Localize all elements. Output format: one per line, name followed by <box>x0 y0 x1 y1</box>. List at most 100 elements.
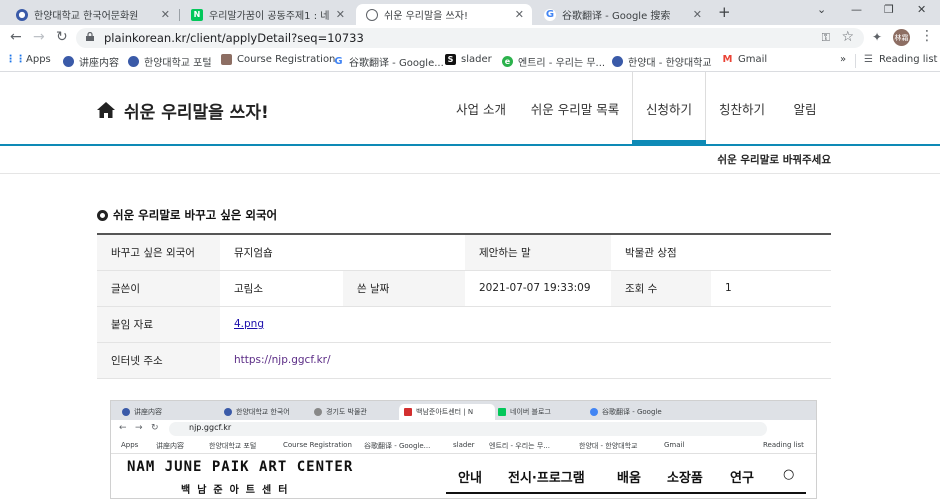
close-icon[interactable]: ✕ <box>161 8 170 21</box>
nav-word-list[interactable]: 쉬운 우리말 목록 <box>522 72 628 144</box>
active-nav-indicator <box>632 140 706 144</box>
restore-button[interactable]: ❐ <box>884 3 894 16</box>
foreign-word-label: 바꾸고 싶은 외국어 <box>97 234 220 271</box>
slader-icon: S <box>445 54 456 65</box>
bookmark-star-icon[interactable]: ☆ <box>841 29 854 45</box>
reading-list-icon: ☰ <box>864 54 873 65</box>
bookmark-label: Apps <box>26 54 51 65</box>
screenshot-tab-strip: 讲座内容 한양대학교 한국어 경기도 박물관 백남준아트센터 | N 네이버 블… <box>111 401 816 420</box>
page-subtitle: 쉬운 우리말로 바꿔주세요 <box>717 154 831 166</box>
table-row: 바꾸고 싶은 외국어 뮤지엄숍 제안하는 말 박물관 상점 <box>97 234 831 271</box>
close-icon[interactable]: ✕ <box>336 8 345 21</box>
browser-menu-icon[interactable]: ⋮ <box>920 28 934 44</box>
screenshot-bookmark: 한양대학교 포털 <box>209 442 257 450</box>
extensions-icon[interactable]: ✦ <box>872 30 882 44</box>
forward-button[interactable]: → <box>33 29 45 45</box>
bookmark-gmail[interactable]: M Gmail <box>722 54 768 65</box>
subtitle-bar: 쉬운 우리말로 바꿔주세요 <box>0 146 940 174</box>
npac-logo-english: NAM JUNE PAIK ART CENTER <box>127 459 354 475</box>
bookmark-label: Gmail <box>738 54 768 65</box>
nav-about[interactable]: 사업 소개 <box>443 72 519 144</box>
close-icon[interactable]: ✕ <box>515 8 524 21</box>
screenshot-address-bar: njp.ggcf.kr <box>169 422 767 436</box>
new-tab-button[interactable]: + <box>718 3 731 21</box>
tab-title: 쉬운 우리말을 쓰자! <box>384 11 468 22</box>
minimize-button[interactable]: — <box>851 3 862 16</box>
reading-list-button[interactable]: ☰ Reading list <box>863 54 937 65</box>
site-favicon-icon <box>498 408 506 416</box>
google-favicon-icon: G <box>544 8 556 21</box>
url-text: plainkorean.kr/client/applyDetail?seq=10… <box>104 31 364 45</box>
screenshot-tab-title: 경기도 박물관 <box>326 408 367 416</box>
google-icon: G <box>334 56 343 67</box>
date-value: 2021-07-07 19:33:09 <box>465 270 611 307</box>
detail-table: 바꾸고 싶은 외국어 뮤지엄숍 제안하는 말 박물관 상점 글쓴이 고림소 쓴 … <box>97 233 831 379</box>
site-icon <box>128 56 139 67</box>
site-title[interactable]: 쉬운 우리말을 쓰자! <box>124 98 269 123</box>
screenshot-tab-title: 讲座内容 <box>134 408 162 416</box>
bookmark-hanyang-portal[interactable]: 한양대학교 포털 <box>128 54 212 69</box>
site-icon <box>612 56 623 67</box>
screenshot-tab: 네이버 블로그 <box>493 404 585 420</box>
address-bar[interactable]: plainkorean.kr/client/applyDetail?seq=10… <box>76 28 864 48</box>
site-icon <box>63 56 74 67</box>
bookmark-apps[interactable]: ⋮⋮ Apps <box>5 54 51 65</box>
profile-avatar[interactable]: 林霜 <box>893 29 910 46</box>
gmail-icon: M <box>722 54 733 65</box>
screenshot-bookmark: Gmail <box>664 441 685 449</box>
tab-hanyang-korean[interactable]: ● 한양대학교 한국어문화원 ✕ <box>6 4 178 25</box>
screenshot-url: njp.ggcf.kr <box>189 423 232 432</box>
attached-screenshot-image: 讲座内容 한양대학교 한국어 경기도 박물관 백남준아트센터 | N 네이버 블… <box>110 400 817 499</box>
key-icon[interactable]: ⚿ <box>822 31 830 45</box>
search-icon: ○ <box>783 467 795 482</box>
site-favicon-icon <box>314 408 322 416</box>
bookmark-entry[interactable]: e 엔트리 - 우리는 무... <box>502 54 605 69</box>
screenshot-tab: 경기도 박물관 <box>309 404 399 420</box>
attachment-link[interactable]: 4.png <box>234 318 264 330</box>
bullet-circle-icon <box>97 209 108 221</box>
bookmarks-bar: ⋮⋮ Apps 讲座内容 한양대학교 포털 Course Registratio… <box>0 50 940 72</box>
nav-praise[interactable]: 칭찬하기 <box>706 72 778 144</box>
bookmark-label: 한양대학교 포털 <box>144 58 212 69</box>
npac-nav-exhibition: 전시·프로그램 <box>508 471 585 486</box>
screenshot-bookmark: 谷歌翻译 - Google... <box>364 442 431 450</box>
apps-grid-icon: ⋮⋮ <box>5 54 26 65</box>
tab-divider <box>179 9 180 21</box>
tab-plainkorean[interactable]: 쉬운 우리말을 쓰자! ✕ <box>356 4 532 25</box>
section-title-text: 쉬운 우리말로 바꾸고 싶은 외국어 <box>113 208 278 222</box>
back-button[interactable]: ← <box>10 29 22 45</box>
suggested-word-value: 박물관 상점 <box>611 234 831 271</box>
reload-button[interactable]: ↻ <box>56 29 68 45</box>
home-icon[interactable] <box>97 102 115 118</box>
site-favicon-icon <box>404 408 412 416</box>
close-icon[interactable]: ✕ <box>693 8 702 21</box>
nav-apply[interactable]: 신청하기 <box>632 72 706 144</box>
tab-search-icon[interactable]: ⌄ <box>817 3 826 16</box>
bookmark-lecture[interactable]: 讲座内容 <box>63 54 119 69</box>
bookmark-course-registration[interactable]: Course Registration <box>221 54 335 65</box>
reload-icon: ↻ <box>151 423 159 433</box>
screenshot-tab: 백남준아트센터 | N <box>399 404 495 420</box>
screenshot-tab-title: 한양대학교 한국어 <box>236 408 290 416</box>
bookmark-label: 한양대 - 한양대학교 <box>628 58 712 69</box>
bookmarks-overflow-icon[interactable]: » <box>840 54 846 65</box>
npac-nav-underline <box>446 492 806 494</box>
bookmark-slader[interactable]: S slader <box>445 54 492 65</box>
website-label: 인터넷 주소 <box>97 342 220 379</box>
bookmark-hanyang[interactable]: 한양대 - 한양대학교 <box>612 54 712 69</box>
entry-icon: e <box>502 56 513 67</box>
website-value[interactable]: https://njp.ggcf.kr/ <box>220 342 831 379</box>
tab-title: 谷歌翻译 - Google 搜索 <box>562 11 671 22</box>
tab-google-search[interactable]: G 谷歌翻译 - Google 搜索 ✕ <box>534 4 710 25</box>
globe-favicon-icon <box>366 8 378 21</box>
forward-icon: → <box>135 423 143 433</box>
window-close-button[interactable]: ✕ <box>917 3 926 16</box>
nav-notice[interactable]: 알림 <box>778 72 832 144</box>
bookmark-label: 谷歌翻译 - Google... <box>349 58 444 69</box>
tab-naver[interactable]: N 우리말가꿈이 공동주제1 : 네이버 ✕ <box>181 4 353 25</box>
lock-icon <box>86 32 94 41</box>
attachment-cell: 4.png <box>220 306 831 343</box>
bookmark-google-translate[interactable]: G 谷歌翻译 - Google... <box>333 54 444 69</box>
date-label: 쓴 날짜 <box>343 270 465 307</box>
screenshot-bookmark: slader <box>453 441 475 449</box>
